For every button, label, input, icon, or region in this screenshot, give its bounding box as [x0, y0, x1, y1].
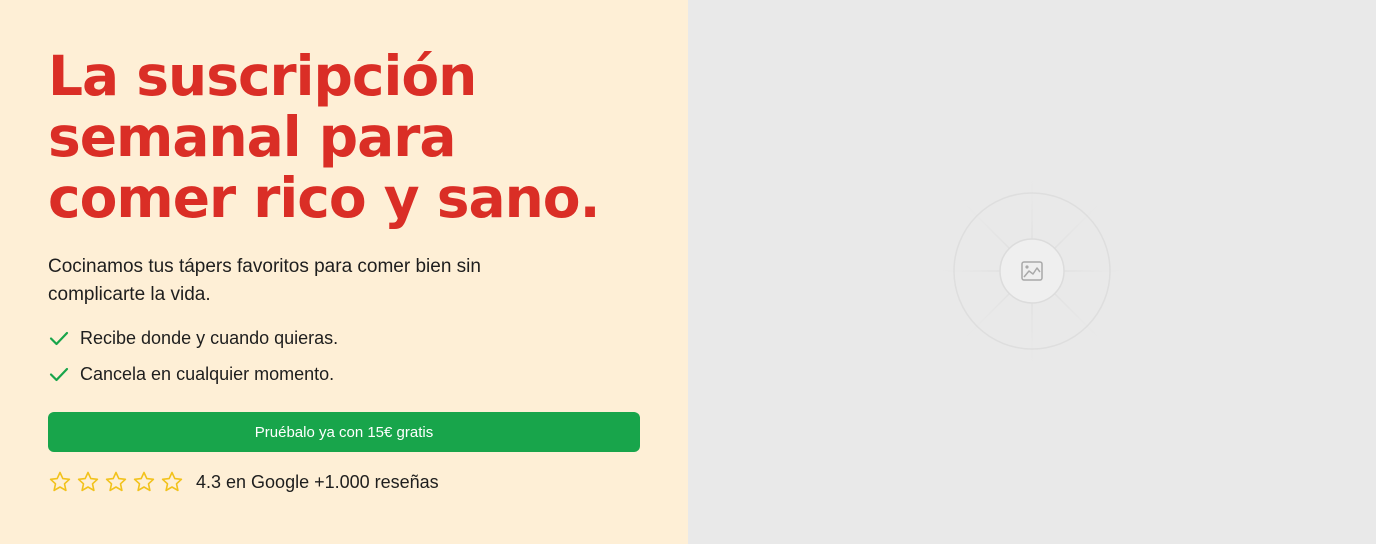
rating-text: 4.3 en Google +1.000 reseñas — [196, 471, 439, 492]
star-outline-icon — [76, 470, 100, 494]
star-outline-icon — [160, 470, 184, 494]
benefit-label: Recibe donde y cuando quieras. — [80, 327, 339, 348]
headline-line: La suscripción — [48, 44, 477, 108]
benefit-label: Cancela en cualquier momento. — [80, 363, 335, 384]
check-icon — [48, 363, 70, 385]
hero-headline: La suscripción semanal para comer rico y… — [48, 46, 648, 229]
hero-image-area — [688, 0, 1376, 544]
google-rating: 4.3 en Google +1.000 reseñas — [48, 468, 439, 496]
headline-line: comer rico y sano. — [48, 166, 600, 230]
benefit-item: Cancela en cualquier momento. — [48, 362, 334, 386]
try-free-button[interactable]: Pruébalo ya con 15€ gratis — [48, 412, 640, 452]
check-icon — [48, 327, 70, 349]
star-outline-icon — [104, 470, 128, 494]
benefit-item: Recibe donde y cuando quieras. — [48, 326, 338, 350]
hero-panel: La suscripción semanal para comer rico y… — [0, 0, 688, 544]
rating-stars — [48, 470, 188, 494]
headline-line: semanal para — [48, 105, 456, 169]
image-placeholder — [922, 161, 1142, 381]
star-outline-icon — [132, 470, 156, 494]
star-outline-icon — [48, 470, 72, 494]
hero-subtitle: Cocinamos tus tápers favoritos para come… — [48, 256, 481, 305]
